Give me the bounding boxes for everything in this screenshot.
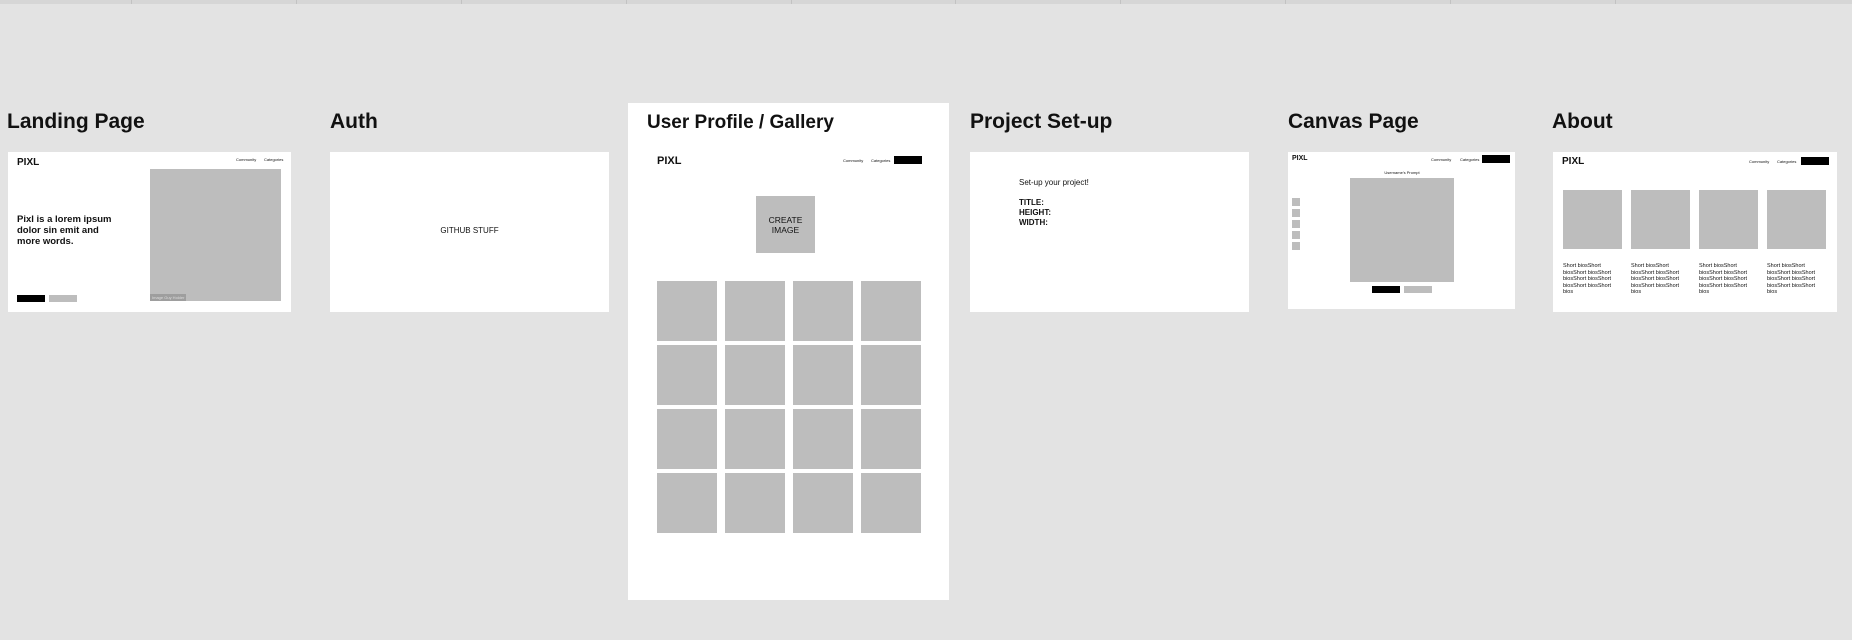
nav-community[interactable]: Community [843,158,863,163]
frame-title-canvas[interactable]: Canvas Page [1288,110,1419,134]
team-member-photo [1631,190,1690,249]
team-member-bio: Short biosShort biosShort biosShort bios… [1767,263,1815,295]
drawing-canvas[interactable] [1350,178,1454,282]
gallery-item[interactable] [861,473,921,533]
gallery-item[interactable] [793,409,853,469]
nav-community[interactable]: Community [1749,159,1769,164]
gallery-item[interactable] [725,345,785,405]
hero-headline: Pixl is a lorem ipsum dolor sin emit and… [17,214,112,247]
title-field-label[interactable]: TITLE: [1019,198,1051,208]
width-field-label[interactable]: WIDTH: [1019,218,1051,228]
auth-frame[interactable]: GITHUB STUFF [330,152,609,312]
hero-image-placeholder: Image Guy Holder [150,169,281,301]
logo[interactable]: PIXL [657,155,681,167]
gallery-item[interactable] [793,473,853,533]
team-member-bio: Short biosShort biosShort biosShort bios… [1631,263,1679,295]
tool-button[interactable] [1292,231,1300,239]
gallery-item[interactable] [725,473,785,533]
canvas-cancel-button[interactable] [1404,286,1432,293]
about-frame[interactable]: PIXL Community Categories Short biosShor… [1553,152,1837,312]
gallery-item[interactable] [725,409,785,469]
landing-page-frame[interactable]: PIXL Community Categories Pixl is a lore… [8,152,291,312]
nav-community[interactable]: Community [1431,157,1451,162]
nav-categories[interactable]: Categories [264,157,283,162]
tool-button[interactable] [1292,209,1300,217]
frame-title-auth[interactable]: Auth [330,110,378,134]
tool-button[interactable] [1292,198,1300,206]
account-button[interactable] [1801,157,1829,165]
team-member-photo [1563,190,1622,249]
team-member-photo [1699,190,1758,249]
github-auth-text: GITHUB STUFF [440,226,499,235]
tool-button[interactable] [1292,242,1300,250]
canvas-prompt-label: Username's Prompt [1384,170,1420,175]
gallery-item[interactable] [793,281,853,341]
setup-form: TITLE: HEIGHT: WIDTH: [1019,198,1051,228]
tool-palette [1292,198,1300,250]
create-image-button[interactable]: CREATE IMAGE [756,196,815,253]
account-button[interactable] [894,156,922,164]
account-button[interactable] [1482,155,1510,163]
team-member-photo [1767,190,1826,249]
gallery-item[interactable] [861,281,921,341]
setup-heading: Set-up your project! [1019,178,1089,187]
nav-categories[interactable]: Categories [1460,157,1479,162]
frame-title-landing[interactable]: Landing Page [7,110,145,134]
primary-cta-button[interactable] [17,295,45,302]
tool-button[interactable] [1292,220,1300,228]
logo[interactable]: PIXL [17,157,39,168]
frame-title-profile[interactable]: User Profile / Gallery [647,112,834,134]
logo[interactable]: PIXL [1562,156,1584,167]
gallery-grid [657,281,921,533]
height-field-label[interactable]: HEIGHT: [1019,208,1051,218]
project-setup-frame[interactable]: Set-up your project! TITLE: HEIGHT: WIDT… [970,152,1249,312]
frame-title-about[interactable]: About [1552,110,1613,134]
gallery-item[interactable] [657,473,717,533]
gallery-item[interactable] [657,281,717,341]
gallery-item[interactable] [657,409,717,469]
gallery-item[interactable] [725,281,785,341]
canvas-save-button[interactable] [1372,286,1400,293]
nav-categories[interactable]: Categories [1777,159,1796,164]
gallery-item[interactable] [657,345,717,405]
profile-gallery-frame[interactable]: User Profile / Gallery PIXL Community Ca… [628,103,949,600]
gallery-item[interactable] [861,409,921,469]
logo[interactable]: PIXL [1292,155,1308,162]
gallery-item[interactable] [793,345,853,405]
nav-categories[interactable]: Categories [871,158,890,163]
top-ruler [0,0,1852,4]
canvas-page-frame[interactable]: PIXL Community Categories Username's Pro… [1288,152,1515,309]
team-member-bio: Short biosShort biosShort biosShort bios… [1699,263,1747,295]
secondary-cta-button[interactable] [49,295,77,302]
gallery-item[interactable] [861,345,921,405]
nav-community[interactable]: Community [236,157,256,162]
team-member-bio: Short biosShort biosShort biosShort bios… [1563,263,1611,295]
frame-title-project-setup[interactable]: Project Set-up [970,110,1112,134]
image-caption: Image Guy Holder [150,294,186,301]
